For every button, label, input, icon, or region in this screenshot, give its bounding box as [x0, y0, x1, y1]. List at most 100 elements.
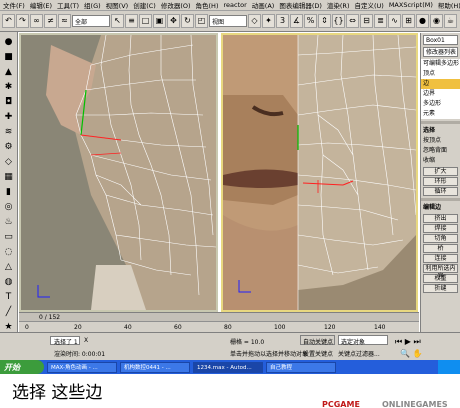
bind-icon[interactable]: ≈ — [58, 14, 71, 28]
viewport-left[interactable] — [19, 33, 218, 312]
menu-tools[interactable]: 工具(T) — [57, 0, 79, 10]
stack-item-polygon[interactable]: 多边形 — [421, 99, 460, 109]
render-icon[interactable]: ☕ — [444, 14, 457, 28]
menu-views[interactable]: 视图(V) — [106, 0, 129, 10]
menu-group[interactable]: 组(G) — [84, 0, 101, 10]
stack-item-editable-poly[interactable]: 可编辑多边形 — [421, 59, 460, 69]
teapot-icon[interactable]: ♨ — [3, 216, 15, 228]
loop-button[interactable]: 循环 — [423, 187, 458, 196]
system-icon[interactable]: ⚙ — [3, 141, 15, 153]
schematic-icon[interactable]: ⊞ — [402, 14, 415, 28]
mirror-icon[interactable]: ⇔ — [346, 14, 359, 28]
helper-icon[interactable]: ✚ — [3, 111, 15, 123]
grow-button[interactable]: 扩大 — [423, 167, 458, 176]
start-button[interactable]: 开始 — [0, 360, 44, 374]
track-bar[interactable]: 0 20 40 60 80 100 120 140 — [19, 321, 419, 332]
task-tutorial[interactable]: 自己教程 — [266, 361, 336, 373]
edit-edges-rollout-title[interactable]: 编辑边 — [421, 203, 460, 213]
named-selection-icon[interactable]: {} — [332, 14, 345, 28]
shape-icon[interactable]: ◇ — [3, 156, 15, 168]
menu-graph-editors[interactable]: 图表编辑器(D) — [279, 0, 322, 10]
extrude-button[interactable]: 挤出 — [423, 214, 458, 223]
create-shape-button[interactable]: 利用所选内容 — [423, 264, 458, 280]
plane-icon[interactable]: ▭ — [3, 231, 15, 243]
menu-rendering[interactable]: 渲染(R) — [327, 0, 350, 10]
select-icon[interactable]: ↖ — [111, 14, 124, 28]
region-select-icon[interactable]: □ — [139, 14, 152, 28]
time-slider[interactable]: 0 / 152 — [19, 312, 419, 321]
unlink-icon[interactable]: ≠ — [44, 14, 57, 28]
crease-field[interactable]: 折缝 — [423, 284, 458, 293]
selection-rollout-title[interactable]: 选择 — [421, 126, 460, 136]
material-editor-icon[interactable]: ● — [416, 14, 429, 28]
chamfer-button[interactable]: 切角 — [423, 234, 458, 243]
check-ignore-backfacing[interactable]: 忽略背面 — [421, 146, 460, 156]
torus-icon[interactable]: ◎ — [3, 201, 15, 213]
geosphere-icon[interactable]: ◍ — [3, 276, 15, 288]
percent-snap-icon[interactable]: % — [304, 14, 317, 28]
system-tray[interactable] — [438, 360, 460, 374]
spacewarp-icon[interactable]: ≋ — [3, 126, 15, 138]
text-icon[interactable]: T — [3, 291, 15, 303]
redo-icon[interactable]: ↷ — [16, 14, 29, 28]
bridge-button[interactable]: 桥 — [423, 244, 458, 253]
link-icon[interactable]: ∞ — [30, 14, 43, 28]
render-setup-icon[interactable]: ◉ — [430, 14, 443, 28]
rotate-icon[interactable]: ↻ — [181, 14, 194, 28]
box-icon[interactable]: ■ — [3, 51, 15, 63]
menu-customize[interactable]: 自定义(U) — [354, 0, 383, 10]
reference-coord-dropdown[interactable]: 视图 — [209, 15, 247, 27]
line-icon[interactable]: ╱ — [3, 306, 15, 318]
light-icon[interactable]: ✱ — [3, 81, 15, 93]
check-by-vertex[interactable]: 按顶点 — [421, 136, 460, 146]
menu-edit[interactable]: 编辑(E) — [30, 0, 52, 10]
spinner-snap-icon[interactable]: ⇕ — [318, 14, 331, 28]
zoom-controls-icon[interactable]: 🔍 ✋ — [400, 349, 422, 358]
layer-icon[interactable]: ≣ — [374, 14, 387, 28]
menu-reactor[interactable]: reactor — [223, 1, 246, 9]
menu-animation[interactable]: 动画(A) — [252, 0, 275, 10]
check-shrink[interactable]: 收缩 — [421, 156, 460, 166]
connect-button[interactable]: 连接 — [423, 254, 458, 263]
stack-item-edge[interactable]: 边 — [421, 79, 460, 89]
stack-item-border[interactable]: 边界 — [421, 89, 460, 99]
task-3dsmax[interactable]: 1234.max - Autod... — [193, 361, 263, 373]
menu-character[interactable]: 角色(H) — [196, 0, 219, 10]
ring-button[interactable]: 环形 — [423, 177, 458, 186]
move-icon[interactable]: ✥ — [167, 14, 180, 28]
weld-button[interactable]: 焊接 — [423, 224, 458, 233]
checker-icon[interactable]: ▦ — [3, 171, 15, 183]
angle-snap-icon[interactable]: ∡ — [290, 14, 303, 28]
manipulate-icon[interactable]: ✦ — [262, 14, 275, 28]
menu-maxscript[interactable]: MAXScript(M) — [389, 1, 433, 9]
task-cnc[interactable]: 机构数控0441 - ... — [120, 361, 190, 373]
scale-icon[interactable]: ◰ — [195, 14, 208, 28]
play-controls-icon[interactable]: ⏮ ▶ ⏭ — [395, 337, 421, 347]
viewport-front[interactable] — [221, 33, 418, 312]
menu-create[interactable]: 创建(C) — [133, 0, 156, 10]
modifier-list-dropdown[interactable]: 修改器列表 — [423, 47, 458, 57]
lock-selection-icon[interactable]: X — [84, 337, 88, 344]
stack-item-vertex[interactable]: 顶点 — [421, 69, 460, 79]
key-filters-button[interactable]: 关键点过滤器... — [338, 349, 380, 358]
align-icon[interactable]: ⊟ — [360, 14, 373, 28]
pivot-icon[interactable]: ◇ — [248, 14, 261, 28]
menu-modifiers[interactable]: 修改器(O) — [161, 0, 191, 10]
camera-icon[interactable]: ◘ — [3, 96, 15, 108]
task-max-animation[interactable]: MAX-角色动画 - ... — [47, 361, 117, 373]
tube-icon[interactable]: ◌ — [3, 246, 15, 258]
weight-field[interactable]: 权重 — [423, 274, 458, 283]
window-crossing-icon[interactable]: ▣ — [153, 14, 166, 28]
sphere-icon[interactable]: ● — [3, 36, 15, 48]
undo-icon[interactable]: ↶ — [2, 14, 15, 28]
menu-help[interactable]: 帮助(H) — [438, 0, 460, 10]
menu-file[interactable]: 文件(F) — [3, 0, 25, 10]
snap-icon[interactable]: 3 — [276, 14, 289, 28]
selection-filter-dropdown[interactable]: 全部 — [72, 15, 110, 27]
stack-item-element[interactable]: 元素 — [421, 109, 460, 119]
select-by-name-icon[interactable]: ≡ — [125, 14, 138, 28]
cone-icon[interactable]: ▲ — [3, 66, 15, 78]
cylinder-icon[interactable]: ▮ — [3, 186, 15, 198]
curve-editor-icon[interactable]: ∿ — [388, 14, 401, 28]
object-name-field[interactable]: Box01 — [423, 35, 458, 45]
